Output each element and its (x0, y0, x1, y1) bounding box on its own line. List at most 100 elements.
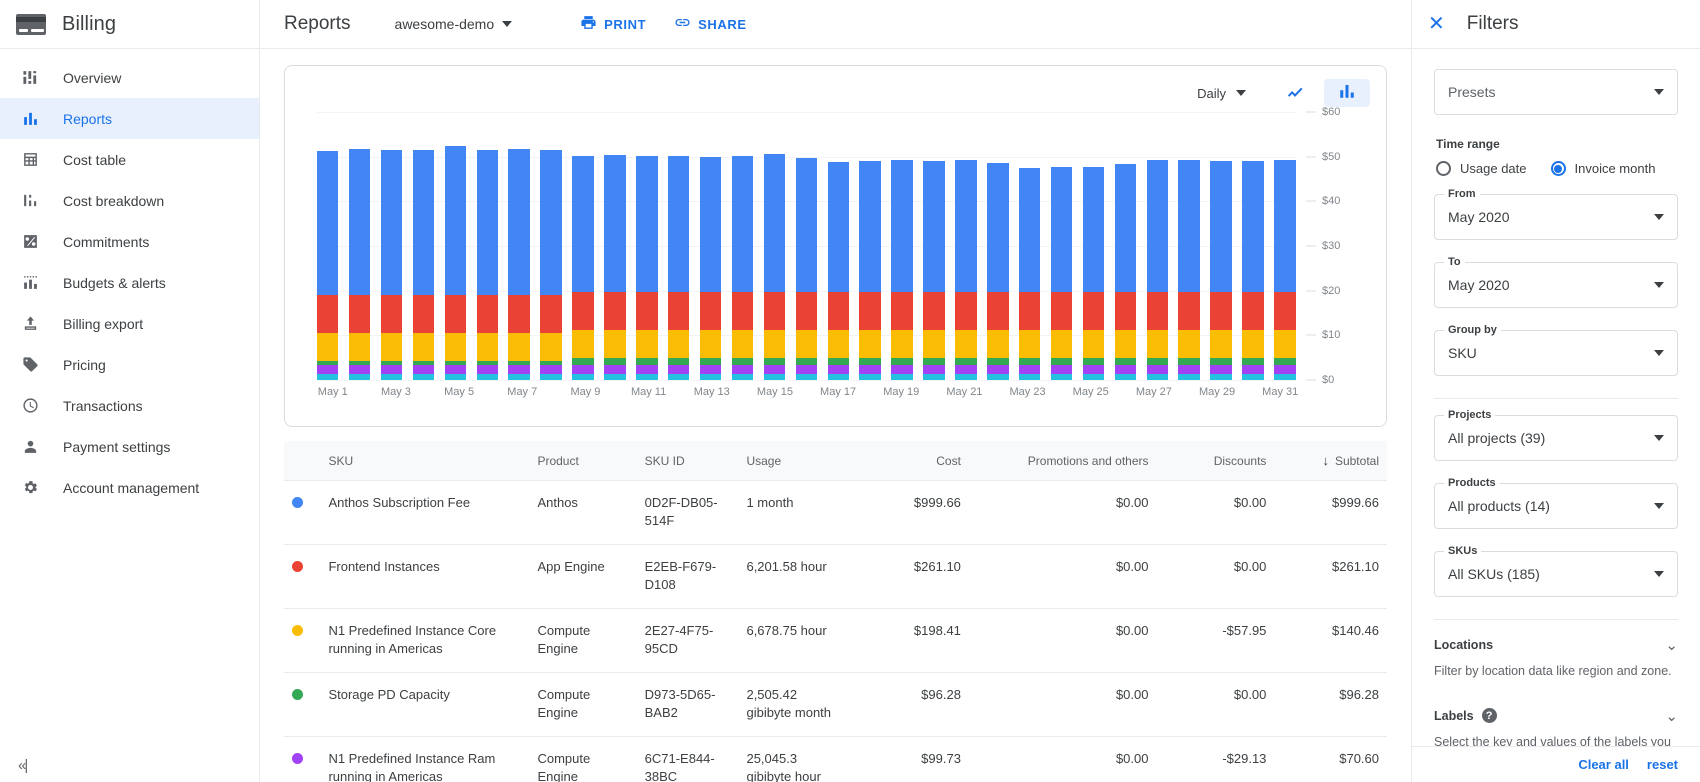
bar-column[interactable] (477, 150, 498, 380)
locations-section-header[interactable]: Locations ⌄ (1434, 636, 1678, 654)
column-header-usage[interactable]: Usage (738, 441, 851, 481)
bar-column[interactable] (859, 161, 880, 380)
reset-link[interactable]: reset (1647, 757, 1678, 772)
sidebar-item-cost-table[interactable]: Cost table (0, 139, 259, 180)
group-by-dropdown[interactable]: Group by SKU (1434, 330, 1678, 376)
table-row[interactable]: Frontend InstancesApp EngineE2EB-F679-D1… (284, 544, 1387, 608)
bar-column[interactable] (572, 156, 593, 380)
bar-segment (636, 330, 657, 359)
bar-column[interactable] (796, 158, 817, 380)
chevron-down-icon[interactable]: ⌄ (1665, 636, 1678, 654)
cell-promotions: $0.00 (969, 672, 1157, 736)
to-dropdown[interactable]: To May 2020 (1434, 262, 1678, 308)
radio-usage-date[interactable]: Usage date (1436, 161, 1527, 176)
bar-column[interactable] (1083, 167, 1104, 380)
column-header-promotions[interactable]: Promotions and others (969, 441, 1157, 481)
bar-column[interactable] (508, 149, 529, 380)
chevron-down-icon (1236, 90, 1246, 96)
sidebar-item-billing-export[interactable]: Billing export (0, 303, 259, 344)
bar-segment (923, 161, 944, 292)
sidebar-item-overview[interactable]: Overview (0, 57, 259, 98)
bar-column[interactable] (700, 157, 721, 380)
table-icon (20, 149, 41, 170)
cost-table-head: SKU Product SKU ID Usage Cost Promotions… (284, 441, 1387, 481)
bar-column[interactable] (1242, 161, 1263, 380)
bar-column[interactable] (1019, 168, 1040, 380)
projects-dropdown[interactable]: Projects All projects (39) (1434, 415, 1678, 461)
help-icon[interactable]: ? (1482, 708, 1497, 723)
project-selector[interactable]: awesome-demo (395, 16, 513, 32)
bar-column[interactable] (445, 146, 466, 380)
sidebar-item-reports[interactable]: Reports (0, 98, 259, 139)
presets-dropdown[interactable]: Presets (1434, 69, 1678, 115)
bar-column[interactable] (1115, 164, 1136, 380)
radio-invoice-month[interactable]: Invoice month (1551, 161, 1656, 176)
radio-circle-icon (1436, 161, 1451, 176)
bar-column[interactable] (381, 150, 402, 380)
sidebar-item-account-management[interactable]: Account management (0, 467, 259, 508)
bar-segment (540, 150, 561, 296)
column-header-sku[interactable]: SKU (320, 441, 529, 481)
bar-column[interactable] (1210, 161, 1231, 380)
column-header-product[interactable]: Product (529, 441, 636, 481)
bar-column[interactable] (828, 162, 849, 380)
collapse-sidebar-button[interactable]: «| (18, 757, 26, 774)
bar-column[interactable] (1051, 167, 1072, 380)
bar-column[interactable] (636, 156, 657, 380)
bar-column[interactable] (413, 150, 434, 380)
bar-column[interactable] (540, 150, 561, 380)
clear-all-link[interactable]: Clear all (1578, 757, 1629, 772)
bar-column[interactable] (732, 156, 753, 380)
column-header-discounts[interactable]: Discounts (1157, 441, 1275, 481)
bar-column[interactable] (1178, 160, 1199, 380)
bar-chart-toggle[interactable] (1324, 79, 1370, 107)
skus-dropdown[interactable]: SKUs All SKUs (185) (1434, 551, 1678, 597)
chevron-down-icon (1654, 214, 1664, 220)
sidebar-item-label: Overview (63, 70, 121, 86)
sidebar-item-transactions[interactable]: Transactions (0, 385, 259, 426)
sidebar-item-cost-breakdown[interactable]: Cost breakdown (0, 180, 259, 221)
bar-column[interactable] (764, 154, 785, 380)
sidebar: Billing Overview Reports Cost table Cost… (0, 0, 260, 782)
bar-column[interactable] (923, 161, 944, 380)
bar-column[interactable] (891, 160, 912, 380)
y-axis-label: $50 (1322, 151, 1340, 163)
bar-column[interactable] (604, 155, 625, 380)
bar-column[interactable] (1147, 160, 1168, 380)
bar-column[interactable] (317, 151, 338, 380)
bar-column[interactable] (1274, 160, 1295, 380)
bar-column[interactable] (987, 163, 1008, 380)
chevron-down-icon[interactable]: ⌄ (1665, 707, 1678, 725)
bar-segment (668, 330, 689, 359)
bar-column[interactable] (955, 160, 976, 380)
from-dropdown[interactable]: From May 2020 (1434, 194, 1678, 240)
line-chart-toggle[interactable] (1272, 79, 1318, 107)
clock-icon (20, 395, 41, 416)
table-row[interactable]: N1 Predefined Instance Ram running in Am… (284, 736, 1387, 782)
x-axis-label: May 15 (757, 386, 793, 398)
share-button[interactable]: SHARE (674, 14, 747, 34)
column-header-sku-id[interactable]: SKU ID (637, 441, 739, 481)
bar-column[interactable] (668, 156, 689, 380)
sidebar-item-pricing[interactable]: Pricing (0, 344, 259, 385)
bar-segment (572, 156, 593, 292)
cell-subtotal: $999.66 (1274, 481, 1387, 545)
bar-segment (923, 330, 944, 359)
sidebar-item-commitments[interactable]: Commitments (0, 221, 259, 262)
bar-segment (413, 365, 434, 374)
table-row[interactable]: Anthos Subscription FeeAnthos0D2F-DB05-5… (284, 481, 1387, 545)
column-header-cost[interactable]: Cost (851, 441, 969, 481)
granularity-selector[interactable]: Daily (1189, 82, 1254, 105)
labels-section-header[interactable]: Labels ? ⌄ (1434, 707, 1678, 725)
print-button[interactable]: PRINT (580, 14, 646, 34)
table-row[interactable]: N1 Predefined Instance Core running in A… (284, 608, 1387, 672)
bar-segment (764, 292, 785, 330)
sidebar-item-payment-settings[interactable]: Payment settings (0, 426, 259, 467)
bar-column[interactable] (349, 149, 370, 380)
column-header-subtotal[interactable]: ↓Subtotal (1274, 441, 1387, 481)
close-icon[interactable]: ✕ (1428, 14, 1445, 34)
table-row[interactable]: Storage PD CapacityCompute EngineD973-5D… (284, 672, 1387, 736)
products-dropdown[interactable]: Products All products (14) (1434, 483, 1678, 529)
bar-segment (1115, 330, 1136, 359)
sidebar-item-budgets-alerts[interactable]: Budgets & alerts (0, 262, 259, 303)
